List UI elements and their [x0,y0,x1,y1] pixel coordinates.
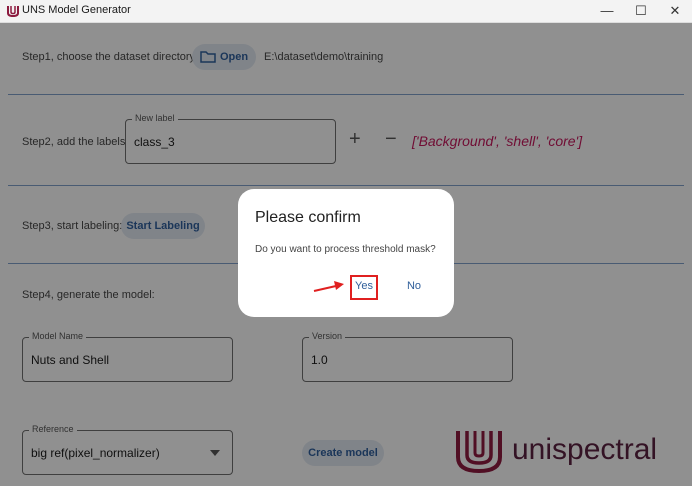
close-button[interactable]: ✕ [658,0,692,22]
yes-button-highlight [350,275,378,300]
dialog-message: Do you want to process threshold mask? [255,244,436,255]
annotation-arrow-icon [313,281,344,292]
minimize-button[interactable]: — [590,0,624,22]
window-title: UNS Model Generator [22,4,131,16]
no-button[interactable]: No [404,280,424,292]
dialog-title: Please confirm [255,209,361,226]
maximize-button[interactable]: ☐ [624,0,658,22]
title-bar: UNS Model Generator — ☐ ✕ [0,0,692,23]
app-icon [7,6,19,18]
confirm-dialog: Please confirm Do you want to process th… [238,189,454,317]
